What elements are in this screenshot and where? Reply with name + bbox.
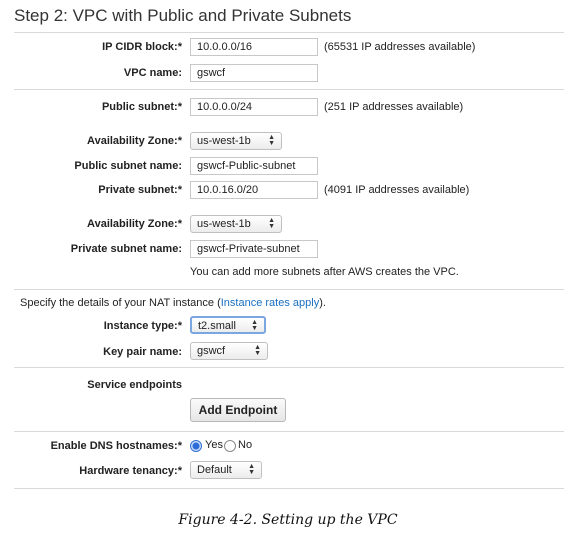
hardware-tenancy-value: Default bbox=[197, 464, 232, 476]
key-pair-value: gswcf bbox=[197, 345, 226, 357]
private-az-label: Availability Zone:* bbox=[87, 218, 182, 230]
public-subnet-name-input[interactable] bbox=[190, 157, 318, 175]
private-subnet-input[interactable] bbox=[190, 181, 318, 199]
public-az-label: Availability Zone:* bbox=[87, 135, 182, 147]
public-subnet-name-label: Public subnet name: bbox=[74, 160, 182, 172]
key-pair-select[interactable]: gswcf ▲ ▼ bbox=[190, 342, 268, 360]
vpc-name-label: VPC name: bbox=[123, 67, 182, 79]
instance-type-select[interactable]: t2.small ▲ ▼ bbox=[190, 316, 266, 334]
select-arrows-icon: ▲ ▼ bbox=[268, 134, 275, 147]
hardware-tenancy-select[interactable]: Default ▲ ▼ bbox=[190, 461, 262, 479]
instance-rates-link[interactable]: Instance rates apply bbox=[221, 297, 319, 309]
instance-type-value: t2.small bbox=[198, 320, 236, 332]
divider bbox=[14, 488, 564, 489]
dns-no-radio[interactable] bbox=[224, 440, 236, 452]
cidr-label: IP CIDR block:* bbox=[102, 41, 182, 53]
private-subnet-note: (4091 IP addresses available) bbox=[324, 184, 470, 196]
private-subnet-name-label: Private subnet name: bbox=[70, 243, 182, 255]
cidr-note: (65531 IP addresses available) bbox=[324, 41, 476, 53]
divider bbox=[14, 289, 564, 290]
more-subnets-note: You can add more subnets after AWS creat… bbox=[190, 266, 459, 278]
public-subnet-label: Public subnet:* bbox=[101, 101, 182, 113]
add-endpoint-button[interactable]: Add Endpoint bbox=[190, 398, 286, 422]
figure-caption: Figure 4-2. Setting up the VPC bbox=[178, 512, 398, 528]
vpc-name-input[interactable] bbox=[190, 64, 318, 82]
public-subnet-note: (251 IP addresses available) bbox=[324, 101, 464, 113]
select-arrows-icon: ▲ ▼ bbox=[268, 217, 275, 230]
key-pair-label: Key pair name: bbox=[103, 346, 182, 358]
divider bbox=[14, 367, 564, 368]
select-arrows-icon: ▲ ▼ bbox=[254, 344, 261, 357]
nat-intro-after: ). bbox=[319, 297, 326, 309]
dns-hostnames-label: Enable DNS hostnames:* bbox=[50, 440, 182, 452]
select-arrows-icon: ▲ ▼ bbox=[248, 463, 255, 476]
page-title: Step 2: VPC with Public and Private Subn… bbox=[14, 6, 352, 25]
dns-yes-radio[interactable] bbox=[190, 440, 202, 452]
public-subnet-input[interactable] bbox=[190, 98, 318, 116]
dns-yes-label: Yes bbox=[205, 439, 223, 451]
dns-no-label: No bbox=[238, 439, 253, 451]
select-arrows-icon: ▲ ▼ bbox=[251, 319, 258, 332]
divider bbox=[14, 431, 564, 432]
private-az-select[interactable]: us-west-1b ▲ ▼ bbox=[190, 215, 282, 233]
private-az-value: us-west-1b bbox=[197, 218, 251, 230]
divider bbox=[14, 89, 564, 90]
hardware-tenancy-label: Hardware tenancy:* bbox=[79, 465, 182, 477]
service-endpoints-label: Service endpoints bbox=[87, 379, 182, 391]
instance-type-label: Instance type:* bbox=[103, 320, 182, 332]
nat-intro-before: Specify the details of your NAT instance… bbox=[20, 297, 221, 309]
divider bbox=[14, 32, 564, 33]
public-az-value: us-west-1b bbox=[197, 135, 251, 147]
public-az-select[interactable]: us-west-1b ▲ ▼ bbox=[190, 132, 282, 150]
nat-intro: Specify the details of your NAT instance… bbox=[20, 297, 326, 309]
private-subnet-name-input[interactable] bbox=[190, 240, 318, 258]
cidr-input[interactable] bbox=[190, 38, 318, 56]
private-subnet-label: Private subnet:* bbox=[98, 184, 182, 196]
